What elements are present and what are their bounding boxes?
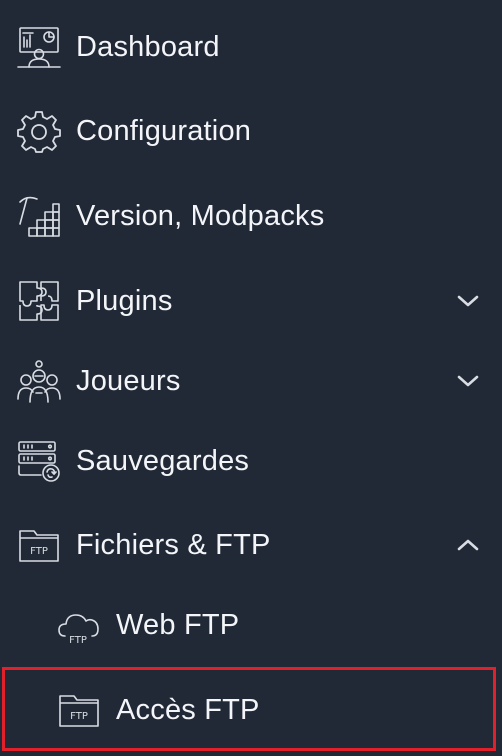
- sidebar-item-plugins[interactable]: Plugins: [0, 278, 502, 324]
- sidebar-item-label: Fichiers & FTP: [76, 528, 271, 561]
- chevron-down-icon[interactable]: [456, 289, 480, 313]
- sidebar-item-joueurs[interactable]: Joueurs: [0, 358, 502, 404]
- gear-icon: [16, 108, 62, 154]
- sidebar-item-dashboard[interactable]: Dashboard: [0, 24, 502, 70]
- dashboard-icon: [16, 24, 62, 70]
- svg-text:FTP: FTP: [30, 546, 48, 557]
- sidebar-item-label: Sauvegardes: [76, 444, 250, 477]
- sidebar-item-label: Version, Modpacks: [76, 199, 325, 232]
- sidebar-item-label: Web FTP: [116, 608, 240, 641]
- highlight-box: [2, 667, 496, 751]
- ftp-folder-icon: FTP: [16, 522, 62, 568]
- sidebar-item-version-modpacks[interactable]: Version, Modpacks: [0, 193, 502, 239]
- sidebar-item-fichiers-ftp[interactable]: FTP Fichiers & FTP: [0, 522, 502, 568]
- server-backup-icon: [16, 438, 62, 484]
- sidebar-menu: Dashboard Configuration Version, Modpack…: [0, 0, 502, 756]
- sidebar-item-label: Configuration: [76, 114, 252, 147]
- sidebar-item-label: Dashboard: [76, 30, 220, 63]
- sidebar-item-label: Joueurs: [76, 364, 181, 397]
- puzzle-icon: [16, 278, 62, 324]
- svg-text:FTP: FTP: [69, 635, 87, 646]
- chevron-down-icon[interactable]: [456, 369, 480, 393]
- sidebar-item-configuration[interactable]: Configuration: [0, 108, 502, 154]
- sidebar-item-sauvegardes[interactable]: Sauvegardes: [0, 438, 502, 484]
- sidebar-item-label: Plugins: [76, 284, 173, 317]
- chevron-up-icon[interactable]: [456, 533, 480, 557]
- pickaxe-blocks-icon: [16, 193, 62, 239]
- players-icon: [16, 358, 62, 404]
- sidebar-subitem-web-ftp[interactable]: FTP Web FTP: [0, 602, 502, 648]
- cloud-ftp-icon: FTP: [56, 602, 102, 648]
